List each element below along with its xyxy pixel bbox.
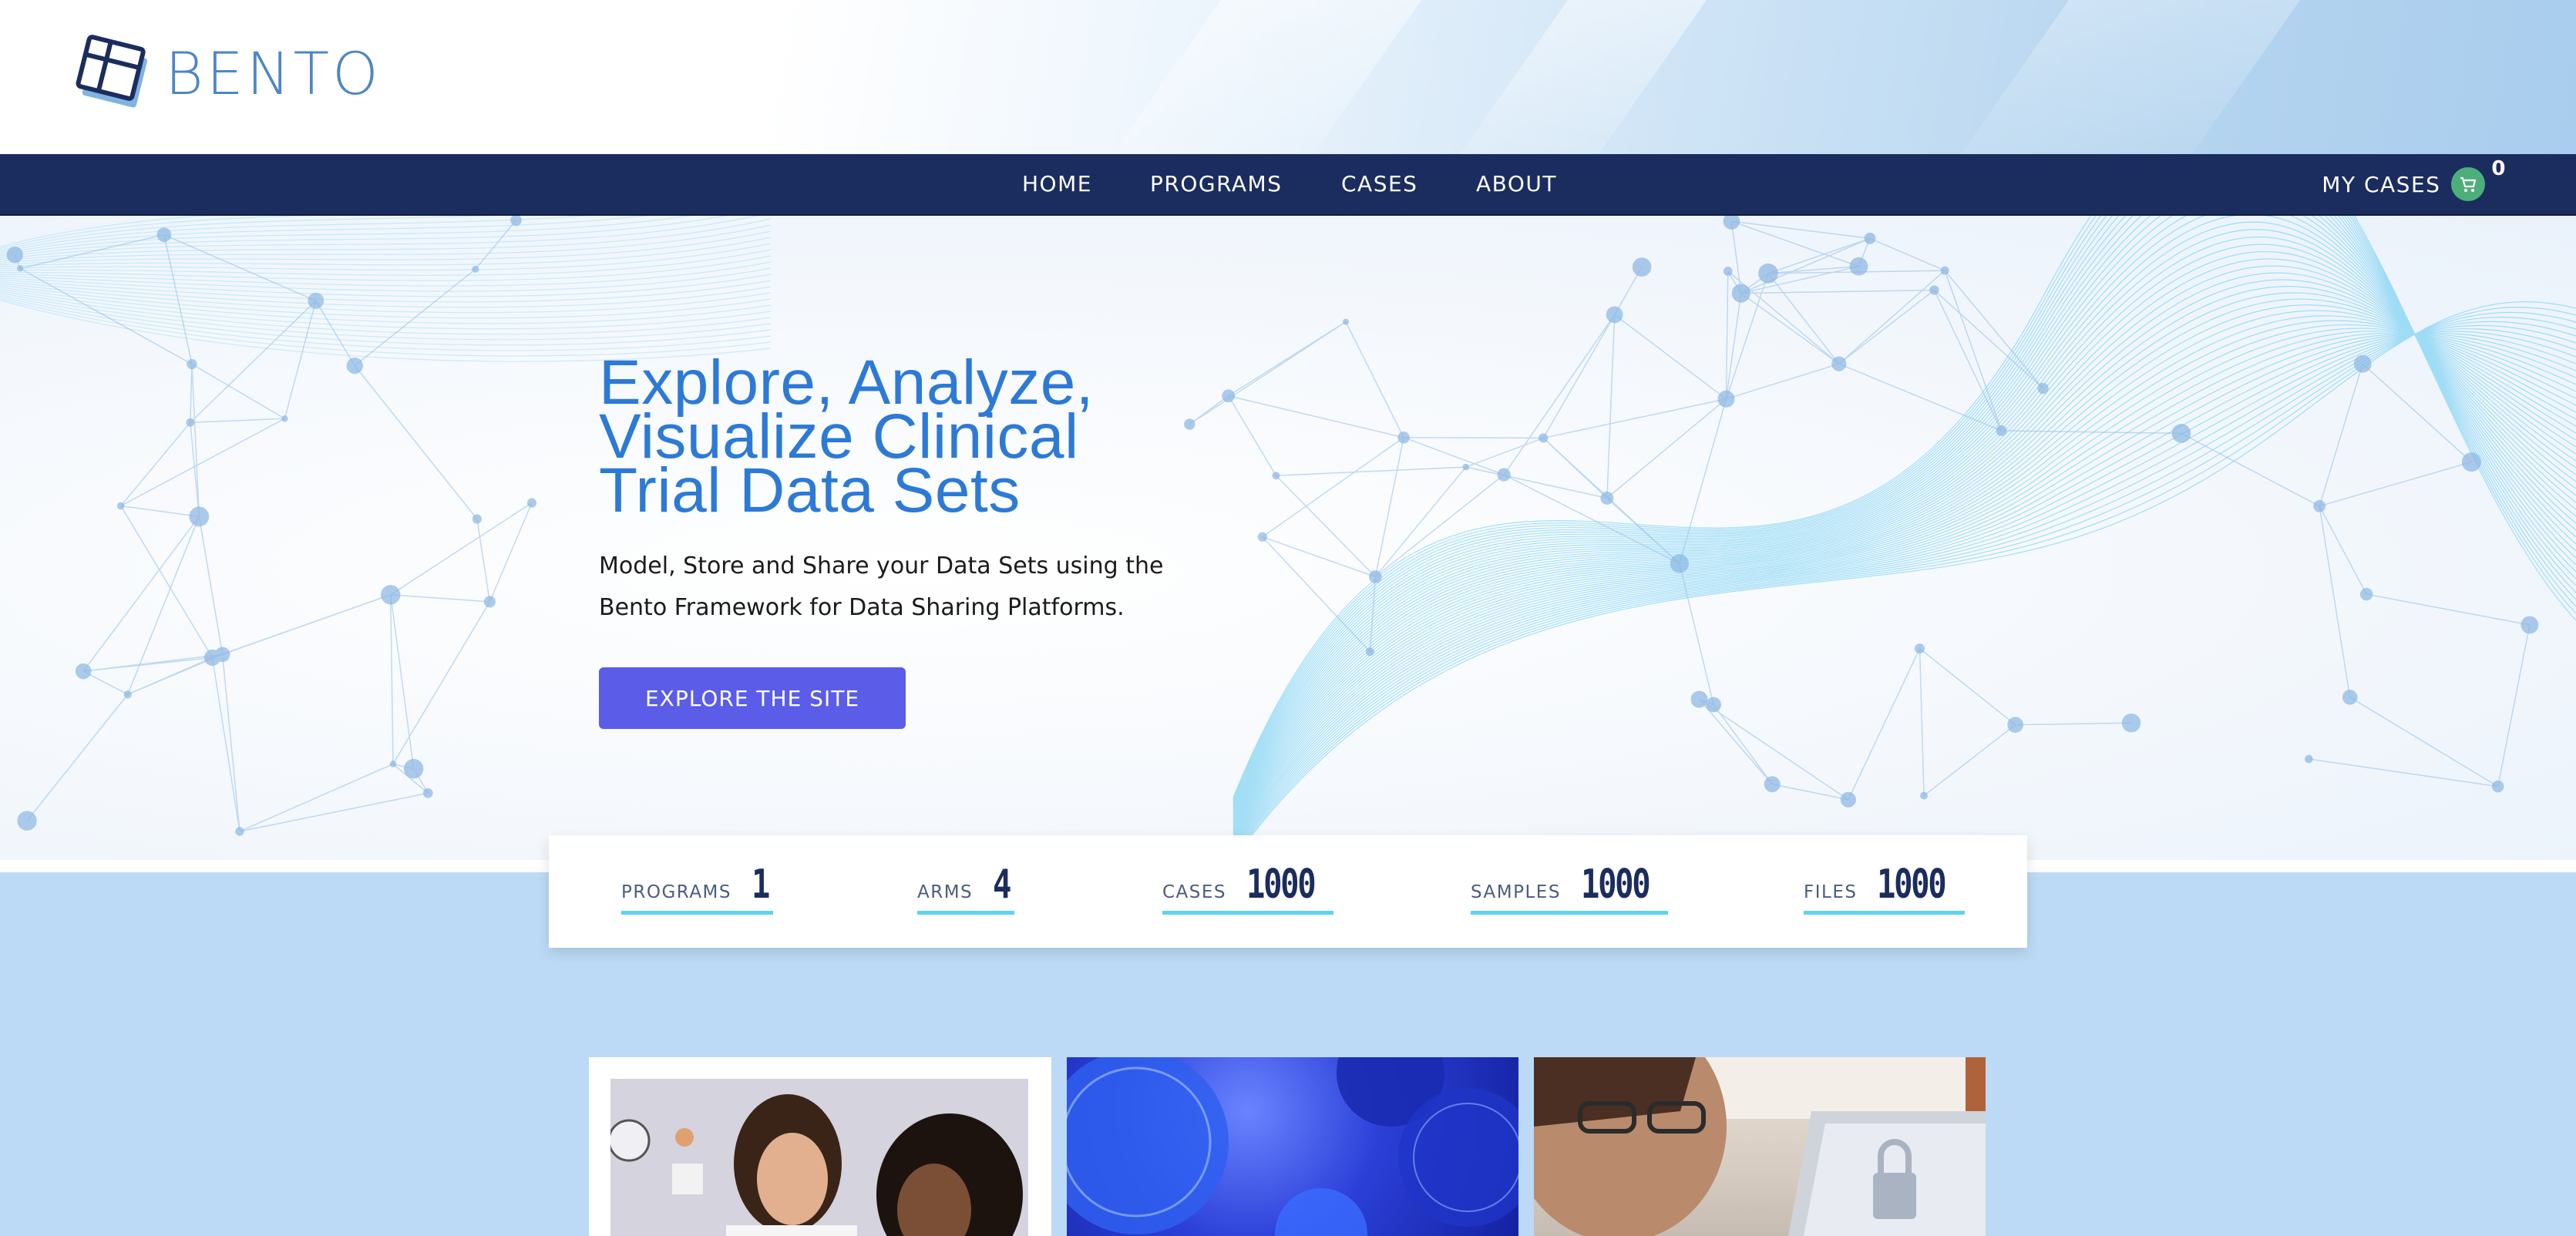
stats-bar: PROGRAMS 1 ARMS 4 CASES 1000 SAMPLES 100… [549, 835, 2027, 948]
card-image-cells [1067, 1057, 1518, 1236]
stat-samples: SAMPLES 1000 [1471, 862, 1669, 915]
logo-text: BENTO [165, 39, 382, 108]
stat-value: 4 [993, 862, 1011, 908]
header-decor-streak [1917, 0, 2322, 154]
stat-label: ARMS [917, 882, 974, 902]
stat-label: FILES [1804, 882, 1858, 902]
nav-home[interactable]: HOME [1022, 154, 1092, 214]
header-decor-streak [1416, 0, 1729, 154]
stat-cases: CASES 1000 [1162, 862, 1334, 915]
stat-files: FILES 1000 [1804, 862, 1965, 915]
hero-title-line: Trial Data Sets [599, 455, 1021, 526]
cart-count-badge: 0 [2491, 157, 2507, 180]
site-header: BENTO [0, 0, 2576, 154]
hero-content: Explore, Analyze, Visualize Clinical Tri… [599, 351, 1185, 629]
stat-programs: PROGRAMS 1 [621, 862, 774, 915]
bento-box-logo-icon [76, 35, 148, 108]
stat-label: PROGRAMS [621, 882, 732, 902]
card-image-doctors [610, 1079, 1028, 1236]
network-mesh-background [0, 216, 2576, 860]
hero-section: Explore, Analyze, Visualize Clinical Tri… [0, 216, 2576, 860]
card-image-laptop [1534, 1057, 1986, 1236]
main-nav: HOME PROGRAMS CASES ABOUT MY CASES 0 [0, 154, 2576, 216]
feature-card-security[interactable] [1534, 1057, 1986, 1236]
nav-about[interactable]: ABOUT [1476, 154, 1557, 214]
stat-arms: ARMS 4 [917, 862, 1015, 915]
header-decor-streak [1069, 0, 1444, 154]
feature-card-cells[interactable] [1067, 1057, 1518, 1236]
logo[interactable]: BENTO [71, 31, 382, 116]
stat-value: 1000 [1246, 862, 1317, 908]
stat-value: 1000 [1580, 862, 1651, 908]
stat-value: 1 [752, 862, 770, 908]
explore-site-button[interactable]: EXPLORE THE SITE [599, 667, 906, 729]
nav-programs[interactable]: PROGRAMS [1150, 154, 1282, 214]
hero-title: Explore, Analyze, Visualize Clinical Tri… [599, 351, 1185, 526]
shopping-cart-icon [2451, 167, 2486, 201]
hero-subtitle: Model, Store and Share your Data Sets us… [599, 553, 1164, 621]
stat-label: SAMPLES [1471, 882, 1561, 902]
stat-value: 1000 [1877, 862, 1947, 908]
my-cases-label: MY CASES [2322, 171, 2441, 197]
nav-cases[interactable]: CASES [1341, 154, 1417, 214]
my-cases-link[interactable]: MY CASES 0 [2322, 154, 2507, 214]
feature-card-programs[interactable] [589, 1057, 1051, 1236]
stat-label: CASES [1162, 882, 1227, 902]
